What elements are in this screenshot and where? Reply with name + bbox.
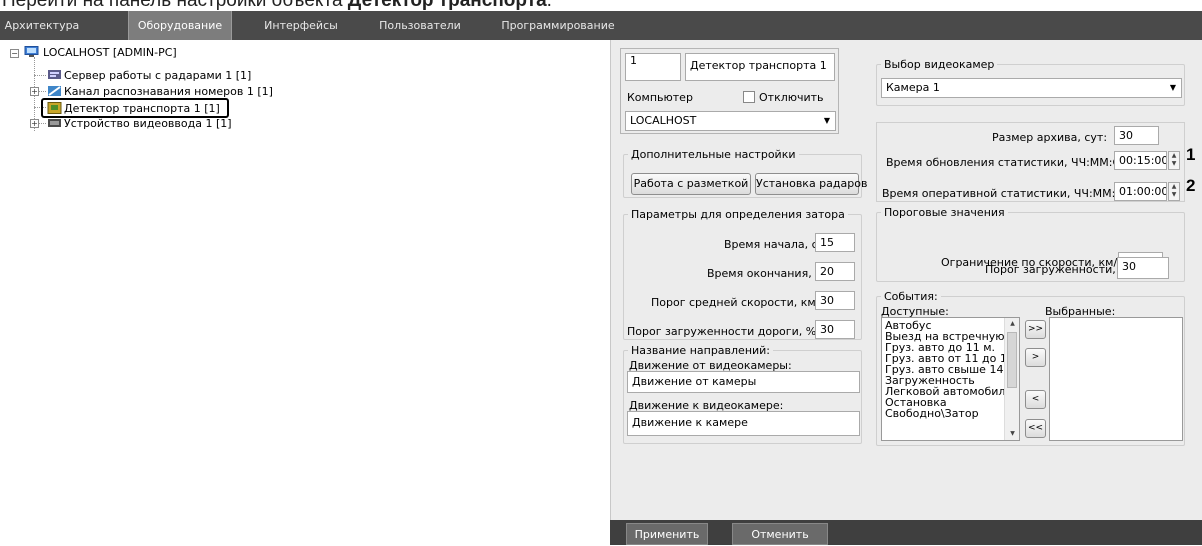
archive-size-input[interactable]: 30 <box>1114 126 1159 145</box>
jam-speed-input[interactable]: 30 <box>815 291 855 310</box>
load-threshold-input[interactable]: 30 <box>1117 257 1169 279</box>
add-button[interactable]: > <box>1025 348 1046 367</box>
tree-root-label[interactable]: LOCALHOST [ADMIN-PC] <box>43 45 177 61</box>
scroll-thumb[interactable] <box>1007 332 1017 388</box>
markup-button[interactable]: Работа с разметкой <box>631 173 751 195</box>
spin-down-icon: ▼ <box>1171 160 1177 167</box>
scroll-down-icon[interactable]: ▼ <box>1005 428 1019 440</box>
disable-label: Отключить <box>759 91 824 104</box>
caption-bold-text: Детектор транспорта <box>347 0 547 11</box>
events-legend: События: <box>884 290 938 303</box>
selected-events-list[interactable] <box>1049 317 1183 441</box>
camera-value: Камера 1 <box>886 81 940 94</box>
jam-params-legend: Параметры для определения затора <box>631 208 845 221</box>
tree-connector <box>34 75 46 76</box>
available-events-list[interactable]: Автобус Выезд на встречную Груз. авто до 1… <box>881 317 1020 441</box>
caption-text: Перейти на панель настройки объекта <box>2 0 348 11</box>
computer-icon <box>24 46 39 57</box>
tree-item-traffic-detector[interactable]: Детектор транспорта 1 [1] <box>64 101 220 117</box>
apply-button[interactable]: Применить <box>626 523 708 545</box>
radar-server-icon <box>48 70 61 79</box>
object-header-box: 1 Детектор транспорта 1 Компьютер Отключ… <box>620 48 839 134</box>
lpr-channel-icon <box>48 86 61 96</box>
collapse-icon[interactable]: − <box>10 49 19 58</box>
from-camera-input[interactable]: Движение от камеры <box>627 371 860 393</box>
stats-update-input[interactable]: 00:15:00 <box>1114 151 1167 170</box>
computer-value: LOCALHOST <box>630 114 697 127</box>
chevron-down-icon: ▼ <box>823 116 831 125</box>
tab-hardware[interactable]: Оборудование <box>128 11 232 40</box>
settings-panel: 1 Детектор транспорта 1 Компьютер Отключ… <box>610 40 1202 545</box>
scroll-up-icon[interactable]: ▲ <box>1005 318 1019 330</box>
callout-badge-1: 1 <box>1186 145 1196 164</box>
main-tab-bar: Архитектура Оборудование Интерфейсы Поль… <box>0 11 1202 40</box>
to-camera-input[interactable]: Движение к камере <box>627 411 860 436</box>
oper-stats-label: Время оперативной статистики, ЧЧ:ММ:СС: <box>882 187 1135 200</box>
scrollbar[interactable]: ▲ ▼ <box>1004 318 1019 440</box>
camera-select[interactable]: Камера 1 ▼ <box>881 78 1182 98</box>
object-id-field[interactable]: 1 <box>625 53 681 81</box>
spin-up-icon: ▲ <box>1171 183 1177 190</box>
cancel-button[interactable]: Отменить <box>732 523 828 545</box>
remove-button[interactable]: < <box>1025 390 1046 409</box>
camera-select-legend: Выбор видеокамер <box>884 58 995 71</box>
stats-update-spinner[interactable]: ▲ ▼ <box>1168 151 1180 170</box>
load-threshold-label: Порог загруженности, % <box>985 263 1130 276</box>
jam-load-input[interactable]: 30 <box>815 320 855 339</box>
oper-stats-input[interactable]: 01:00:00 <box>1114 182 1167 201</box>
directions-legend: Название направлений: <box>631 344 771 357</box>
remove-all-button[interactable]: << <box>1025 419 1046 438</box>
archive-size-label: Размер архива, сут: <box>992 131 1108 144</box>
tab-users[interactable]: Пользователи <box>372 11 468 40</box>
computer-label: Компьютер <box>627 91 693 104</box>
event-list-item[interactable]: Свободно\Затор <box>882 408 1019 419</box>
tab-programming[interactable]: Программирование <box>500 11 616 40</box>
footer-bar: Применить Отменить <box>610 520 1202 545</box>
jam-start-input[interactable]: 15 <box>815 233 855 252</box>
disable-checkbox[interactable] <box>743 91 755 103</box>
stats-update-label: Время обновления статистики, ЧЧ:ММ:СС: <box>886 156 1132 169</box>
jam-end-label: Время окончания, с <box>707 267 822 280</box>
thresholds-legend: Пороговые значения <box>884 206 1005 219</box>
tree-connector <box>38 91 46 92</box>
expand-icon[interactable]: + <box>30 87 39 96</box>
jam-end-input[interactable]: 20 <box>815 262 855 281</box>
spin-up-icon: ▲ <box>1171 152 1177 159</box>
object-tree: − LOCALHOST [ADMIN-PC] Сервер работы с р… <box>0 40 610 545</box>
jam-load-label: Порог загруженности дороги, % <box>627 325 817 338</box>
video-input-icon <box>48 119 61 127</box>
tree-item-video-input[interactable]: Устройство видеоввода 1 [1] <box>64 116 232 132</box>
callout-badge-2: 2 <box>1186 176 1196 195</box>
tree-connector <box>38 123 46 124</box>
extra-settings-legend: Дополнительные настройки <box>631 148 796 161</box>
computer-select[interactable]: LOCALHOST ▼ <box>625 111 836 131</box>
oper-stats-spinner[interactable]: ▲ ▼ <box>1168 182 1180 201</box>
chevron-down-icon: ▼ <box>1169 83 1177 92</box>
expand-icon[interactable]: + <box>30 119 39 128</box>
caption-suffix: . <box>546 0 552 11</box>
spin-down-icon: ▼ <box>1171 191 1177 198</box>
tab-interfaces[interactable]: Интерфейсы <box>258 11 344 40</box>
jam-start-label: Время начала, с <box>724 238 818 251</box>
traffic-detector-icon <box>47 102 62 114</box>
tree-item-radar-server[interactable]: Сервер работы с радарами 1 [1] <box>64 68 251 84</box>
object-name-field[interactable]: Детектор транспорта 1 <box>685 53 835 81</box>
tab-architecture[interactable]: Архитектура <box>2 11 82 40</box>
add-all-button[interactable]: >> <box>1025 320 1046 339</box>
jam-speed-label: Порог средней скорости, км/ч <box>651 296 826 309</box>
radar-setup-button[interactable]: Установка радаров <box>755 173 867 195</box>
